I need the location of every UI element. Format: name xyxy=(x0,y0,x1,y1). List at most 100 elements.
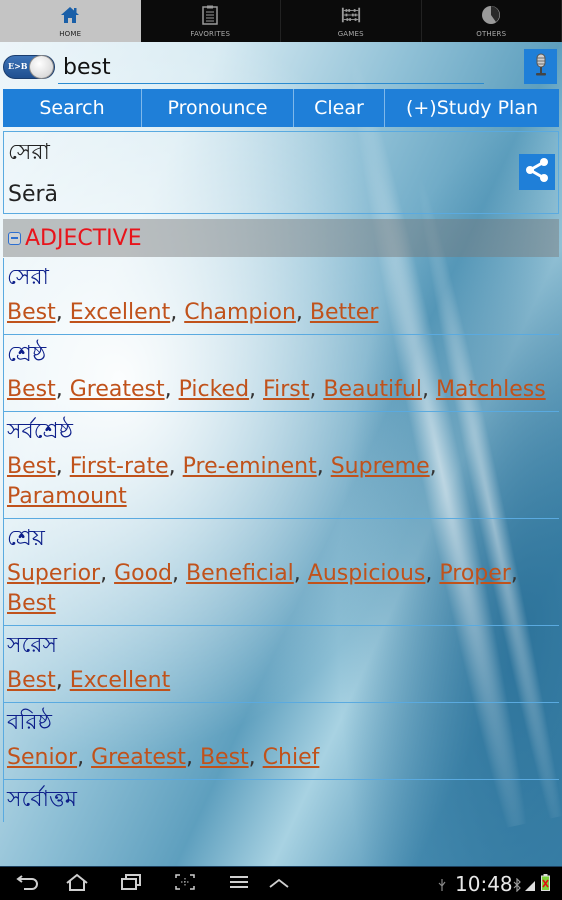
meaning-entry: শ্রেষ্ঠ Best, Greatest, Picked, First, Be… xyxy=(4,335,559,412)
pie-chart-icon xyxy=(481,5,501,25)
separator: , xyxy=(170,300,185,325)
collapse-icon[interactable] xyxy=(8,231,21,245)
screenshot-icon xyxy=(174,873,196,895)
synonym-link[interactable]: Beautiful xyxy=(323,377,422,402)
synonym-link[interactable]: Superior xyxy=(7,561,100,586)
synonym-link[interactable]: Auspicious xyxy=(308,561,426,586)
separator: , xyxy=(248,745,263,770)
word-transliteration: Sērā xyxy=(8,182,59,207)
clear-button[interactable]: Clear xyxy=(294,89,385,127)
meaning-entry: সেরা Best, Excellent, Champion, Better xyxy=(4,258,559,335)
separator: , xyxy=(55,377,70,402)
entry-synonym-list: Best, First-rate, Pre-eminent, Supreme, … xyxy=(7,452,559,516)
separator: , xyxy=(164,377,179,402)
separator: , xyxy=(293,561,308,586)
meaning-entry: সর্বোত্তম xyxy=(4,780,559,822)
clipboard-icon xyxy=(200,5,220,25)
synonym-link[interactable]: First xyxy=(263,377,309,402)
word-bangla: সেরা xyxy=(8,140,50,165)
synonym-link[interactable]: Beneficial xyxy=(186,561,294,586)
synonym-link[interactable]: Greatest xyxy=(91,745,186,770)
study-plan-button[interactable]: (+)Study Plan xyxy=(385,89,559,127)
separator: , xyxy=(421,377,436,402)
tab-games[interactable]: GAMES xyxy=(281,0,422,42)
separator: , xyxy=(309,377,324,402)
tab-favorites[interactable]: FAVORITES xyxy=(141,0,281,42)
tab-favorites-label: FAVORITES xyxy=(190,30,231,38)
synonym-link[interactable]: Best xyxy=(7,377,56,402)
separator: , xyxy=(295,300,310,325)
search-input[interactable] xyxy=(58,52,484,84)
screenshot-button[interactable] xyxy=(172,873,198,895)
synonym-link[interactable]: Pre-eminent xyxy=(183,454,317,479)
synonym-link[interactable]: Picked xyxy=(179,377,249,402)
synonym-link[interactable]: Senior xyxy=(7,745,77,770)
share-button[interactable] xyxy=(519,154,555,190)
separator: , xyxy=(425,561,440,586)
entry-synonym-list: Superior, Good, Beneficial, Auspicious, … xyxy=(7,559,559,623)
expand-panel-button[interactable] xyxy=(266,873,292,895)
synonym-link[interactable]: Paramount xyxy=(7,484,127,509)
synonym-link[interactable]: Excellent xyxy=(70,668,171,693)
toggle-knob xyxy=(29,55,54,79)
entry-bangla-word: শ্রেষ্ঠ xyxy=(7,342,47,367)
entry-bangla-word: সর্বশ্রেষ্ঠ xyxy=(7,419,73,444)
synonym-link[interactable]: First-rate xyxy=(70,454,169,479)
home-nav-button[interactable] xyxy=(64,873,90,895)
microphone-icon xyxy=(534,53,548,81)
tab-games-label: GAMES xyxy=(337,30,364,38)
separator: , xyxy=(55,454,70,479)
recent-apps-button[interactable] xyxy=(118,873,144,895)
app-screen: HOME FAVORITES GAMES OTHERS E>B best Sea… xyxy=(0,0,562,866)
synonym-link[interactable]: Chief xyxy=(263,745,320,770)
entry-bangla-word: সর্বোত্তম xyxy=(7,787,77,812)
language-direction-toggle[interactable]: E>B xyxy=(3,55,55,79)
synonym-link[interactable]: Best xyxy=(7,591,56,616)
separator: , xyxy=(429,454,437,479)
search-button[interactable]: Search xyxy=(3,89,142,127)
back-button[interactable] xyxy=(15,873,41,895)
synonym-link[interactable]: Champion xyxy=(184,300,296,325)
synonym-link[interactable]: Best xyxy=(7,300,56,325)
entry-synonym-list: Best, Greatest, Picked, First, Beautiful… xyxy=(7,375,559,409)
synonym-link[interactable]: Good xyxy=(114,561,172,586)
meaning-entry: বরিষ্ঠ Senior, Greatest, Best, Chief xyxy=(4,703,559,780)
separator: , xyxy=(168,454,183,479)
part-of-speech-label: ADJECTIVE xyxy=(25,225,142,251)
synonym-link[interactable]: Better xyxy=(310,300,378,325)
entry-bangla-word: সেরা xyxy=(7,265,49,290)
separator: , xyxy=(55,668,70,693)
synonym-link[interactable]: Excellent xyxy=(70,300,171,325)
separator: , xyxy=(77,745,92,770)
synonym-link[interactable]: Best xyxy=(7,668,56,693)
separator: , xyxy=(510,561,518,586)
synonym-link[interactable]: Proper xyxy=(439,561,510,586)
synonym-link[interactable]: Greatest xyxy=(70,377,165,402)
tab-others-label: OTHERS xyxy=(476,30,507,38)
part-of-speech-header[interactable]: ADJECTIVE xyxy=(3,219,559,257)
tab-home-label: HOME xyxy=(59,30,82,38)
home-outline-icon xyxy=(65,873,89,895)
synonym-link[interactable]: Supreme xyxy=(331,454,430,479)
tab-home[interactable]: HOME xyxy=(0,0,141,42)
top-tab-bar: HOME FAVORITES GAMES OTHERS xyxy=(0,0,562,42)
synonym-link[interactable]: Best xyxy=(200,745,249,770)
separator: , xyxy=(185,745,200,770)
pronounce-button[interactable]: Pronounce xyxy=(142,89,294,127)
chevron-up-icon xyxy=(268,875,290,894)
separator: , xyxy=(172,561,187,586)
system-navigation-bar: 10:48 xyxy=(0,866,562,900)
home-icon xyxy=(60,5,80,25)
synonym-link[interactable]: Matchless xyxy=(436,377,546,402)
voice-search-button[interactable] xyxy=(524,49,557,84)
synonym-link[interactable]: Best xyxy=(7,454,56,479)
back-icon xyxy=(16,874,40,894)
entry-bangla-word: শ্রেয় xyxy=(7,526,45,551)
search-row: E>B xyxy=(0,49,562,88)
menu-button[interactable] xyxy=(226,873,252,895)
entry-synonym-list: Best, Excellent xyxy=(7,666,559,700)
separator: , xyxy=(249,377,264,402)
language-direction-label: E>B xyxy=(8,61,28,71)
tab-others[interactable]: OTHERS xyxy=(422,0,562,42)
share-icon xyxy=(524,157,550,187)
